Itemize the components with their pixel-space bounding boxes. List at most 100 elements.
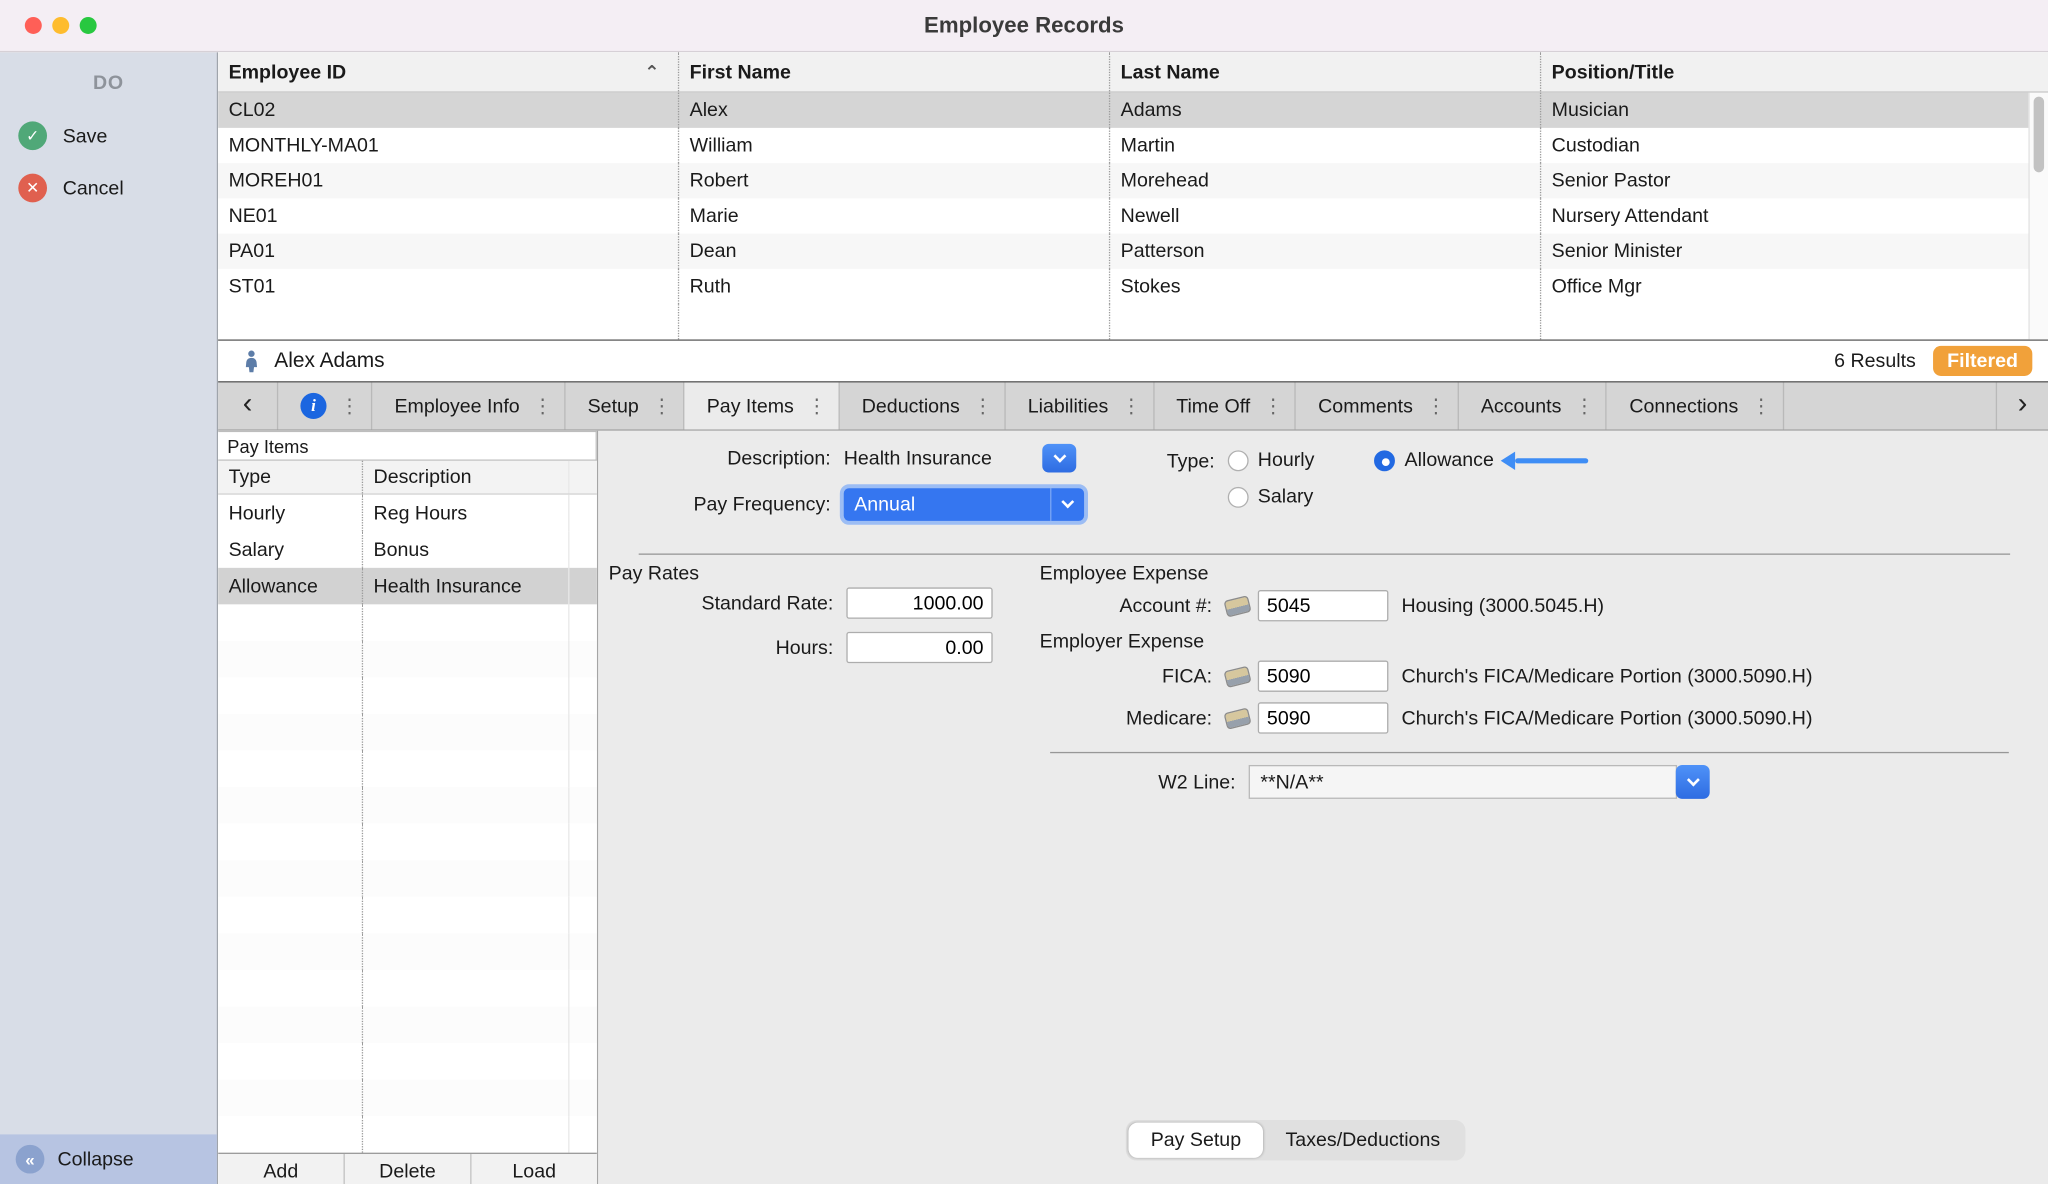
sort-ascending-icon[interactable]: ⌃ xyxy=(644,61,659,83)
add-button[interactable]: Add xyxy=(218,1154,345,1184)
description-label: Description: xyxy=(614,447,831,469)
pay-item-row[interactable]: Hourly Reg Hours xyxy=(218,495,597,532)
chevron-down-icon xyxy=(1061,495,1074,508)
pay-item-empty-row xyxy=(218,970,597,1007)
column-header-description[interactable]: Description xyxy=(362,461,568,494)
collapse-chevron-icon: « xyxy=(16,1145,45,1174)
tab-taxes-deductions[interactable]: Taxes/Deductions xyxy=(1263,1123,1462,1158)
employee-table: Employee ID ⌃ First Name Last Name Posit… xyxy=(218,52,2048,340)
separator-line xyxy=(639,553,2010,554)
table-row[interactable]: MOREH01 Robert Morehead Senior Pastor xyxy=(218,163,2048,198)
pay-item-empty-row xyxy=(218,1116,597,1153)
pay-items-panel-title: Pay Items xyxy=(218,431,597,461)
employee-expense-section-label: Employee Expense xyxy=(1040,563,1209,585)
titlebar: Employee Records xyxy=(0,0,2048,52)
fica-account-input[interactable] xyxy=(1258,661,1389,692)
tab-menu-dots-icon[interactable]: ⋮ xyxy=(340,394,360,417)
account-lookup-icon[interactable] xyxy=(1223,707,1251,729)
pay-items-header: Type Description xyxy=(218,461,597,495)
table-row[interactable]: NE01 Marie Newell Nursery Attendant xyxy=(218,198,2048,233)
table-row[interactable]: ST01 Ruth Stokes Office Mgr xyxy=(218,269,2048,304)
tab-deductions[interactable]: Deductions ⋮ xyxy=(840,382,1006,429)
tabs-scroll-left-button[interactable]: ‹ xyxy=(218,382,278,429)
tabs-scroll-right-button[interactable]: › xyxy=(1996,382,2048,429)
chevron-down-icon xyxy=(1053,449,1066,462)
pay-item-empty-row xyxy=(218,897,597,934)
standard-rate-input[interactable] xyxy=(846,587,992,618)
filtered-badge[interactable]: Filtered xyxy=(1933,346,2033,376)
load-button[interactable]: Load xyxy=(472,1154,597,1184)
column-header-employee-id[interactable]: Employee ID ⌃ xyxy=(218,52,678,91)
table-row[interactable]: PA01 Dean Patterson Senior Minister xyxy=(218,234,2048,269)
tab-accounts[interactable]: Accounts ⋮ xyxy=(1459,382,1608,429)
tab-menu-dots-icon[interactable]: ⋮ xyxy=(1751,394,1771,417)
tab-pay-items[interactable]: Pay Items ⋮ xyxy=(685,382,840,429)
tab-connections[interactable]: Connections ⋮ xyxy=(1607,382,1784,429)
w2-dropdown-button[interactable] xyxy=(1676,765,1710,799)
w2-line-select[interactable]: **N/A** xyxy=(1249,765,1710,799)
tab-menu-dots-icon[interactable]: ⋮ xyxy=(1574,394,1594,417)
description-value: Health Insurance xyxy=(844,447,1043,469)
pay-item-empty-row xyxy=(218,751,597,788)
tab-employee-info[interactable]: Employee Info ⋮ xyxy=(372,382,565,429)
type-label: Type: xyxy=(1142,449,1215,472)
tab-menu-dots-icon[interactable]: ⋮ xyxy=(973,394,993,417)
account-number-input[interactable] xyxy=(1258,590,1389,621)
save-button[interactable]: ✓ Save xyxy=(0,110,217,162)
tab-menu-dots-icon[interactable]: ⋮ xyxy=(1426,394,1446,417)
column-header-last-name[interactable]: Last Name xyxy=(1109,52,1540,91)
pay-item-empty-row xyxy=(218,641,597,678)
radio-salary[interactable]: Salary xyxy=(1228,486,1315,508)
account-lookup-icon[interactable] xyxy=(1223,665,1251,687)
tab-menu-dots-icon[interactable]: ⋮ xyxy=(652,394,672,417)
medicare-description: Church's FICA/Medicare Portion (3000.509… xyxy=(1401,707,1812,729)
cancel-button[interactable]: ✕ Cancel xyxy=(0,162,217,214)
table-row[interactable]: MONTHLY-MA01 William Martin Custodian xyxy=(218,128,2048,163)
pay-frequency-select[interactable]: Annual xyxy=(844,488,1084,521)
pay-item-empty-row xyxy=(218,1080,597,1117)
pay-item-row[interactable]: Allowance Health Insurance xyxy=(218,568,597,605)
tab-menu-dots-icon[interactable]: ⋮ xyxy=(533,394,553,417)
tab-menu-dots-icon[interactable]: ⋮ xyxy=(1121,394,1141,417)
save-check-icon: ✓ xyxy=(18,121,47,150)
tab-time-off[interactable]: Time Off ⋮ xyxy=(1154,382,1296,429)
description-dropdown-button[interactable] xyxy=(1042,444,1076,473)
tab-pay-setup[interactable]: Pay Setup xyxy=(1128,1123,1263,1158)
pay-item-empty-row xyxy=(218,824,597,861)
column-header-position[interactable]: Position/Title xyxy=(1540,52,2048,91)
tab-menu-dots-icon[interactable]: ⋮ xyxy=(1263,394,1283,417)
collapse-button[interactable]: « Collapse xyxy=(0,1134,217,1184)
w2-line-label: W2 Line: xyxy=(1040,771,1236,793)
table-scrollbar[interactable] xyxy=(2028,93,2048,340)
tab-liabilities[interactable]: Liabilities ⋮ xyxy=(1005,382,1154,429)
tab-menu-dots-icon[interactable]: ⋮ xyxy=(807,394,827,417)
scrollbar-thumb[interactable] xyxy=(2034,97,2044,173)
pay-frequency-label: Pay Frequency: xyxy=(614,493,831,515)
tab-setup[interactable]: Setup ⋮ xyxy=(565,382,684,429)
tab-bar: ‹ i ⋮ Employee Info ⋮ Setup ⋮ Pay Items … xyxy=(218,382,2048,430)
pay-item-row[interactable]: Salary Bonus xyxy=(218,531,597,568)
medicare-account-input[interactable] xyxy=(1258,702,1389,733)
pay-frequency-dropdown-button[interactable] xyxy=(1050,488,1084,521)
delete-button[interactable]: Delete xyxy=(345,1154,472,1184)
column-header-first-name[interactable]: First Name xyxy=(678,52,1109,91)
cancel-x-icon: ✕ xyxy=(18,174,47,203)
hours-input[interactable] xyxy=(846,632,992,663)
radio-allowance[interactable]: Allowance xyxy=(1375,449,1494,471)
fica-description: Church's FICA/Medicare Portion (3000.509… xyxy=(1401,665,1812,687)
record-name: Alex Adams xyxy=(274,349,384,372)
w2-line-value: **N/A** xyxy=(1249,765,1677,799)
tab-info[interactable]: i ⋮ xyxy=(278,382,372,429)
radio-hourly[interactable]: Hourly xyxy=(1228,449,1315,471)
account-description: Housing (3000.5045.H) xyxy=(1401,595,1604,617)
hours-label: Hours: xyxy=(614,636,833,658)
table-row[interactable]: CL02 Alex Adams Musician xyxy=(218,93,2048,128)
sidebar-header: DO xyxy=(0,52,217,109)
pay-items-panel: Pay Items Type Description Hourly Reg Ho… xyxy=(218,431,598,1184)
tab-comments[interactable]: Comments ⋮ xyxy=(1296,382,1459,429)
column-header-type[interactable]: Type xyxy=(218,461,362,494)
employee-table-header: Employee ID ⌃ First Name Last Name Posit… xyxy=(218,52,2048,92)
close-glyph: ✕ xyxy=(26,179,39,197)
employee-records-window: Employee Records DO ✓ Save ✕ Cancel « Co… xyxy=(0,0,2048,1184)
account-lookup-icon[interactable] xyxy=(1223,594,1251,616)
